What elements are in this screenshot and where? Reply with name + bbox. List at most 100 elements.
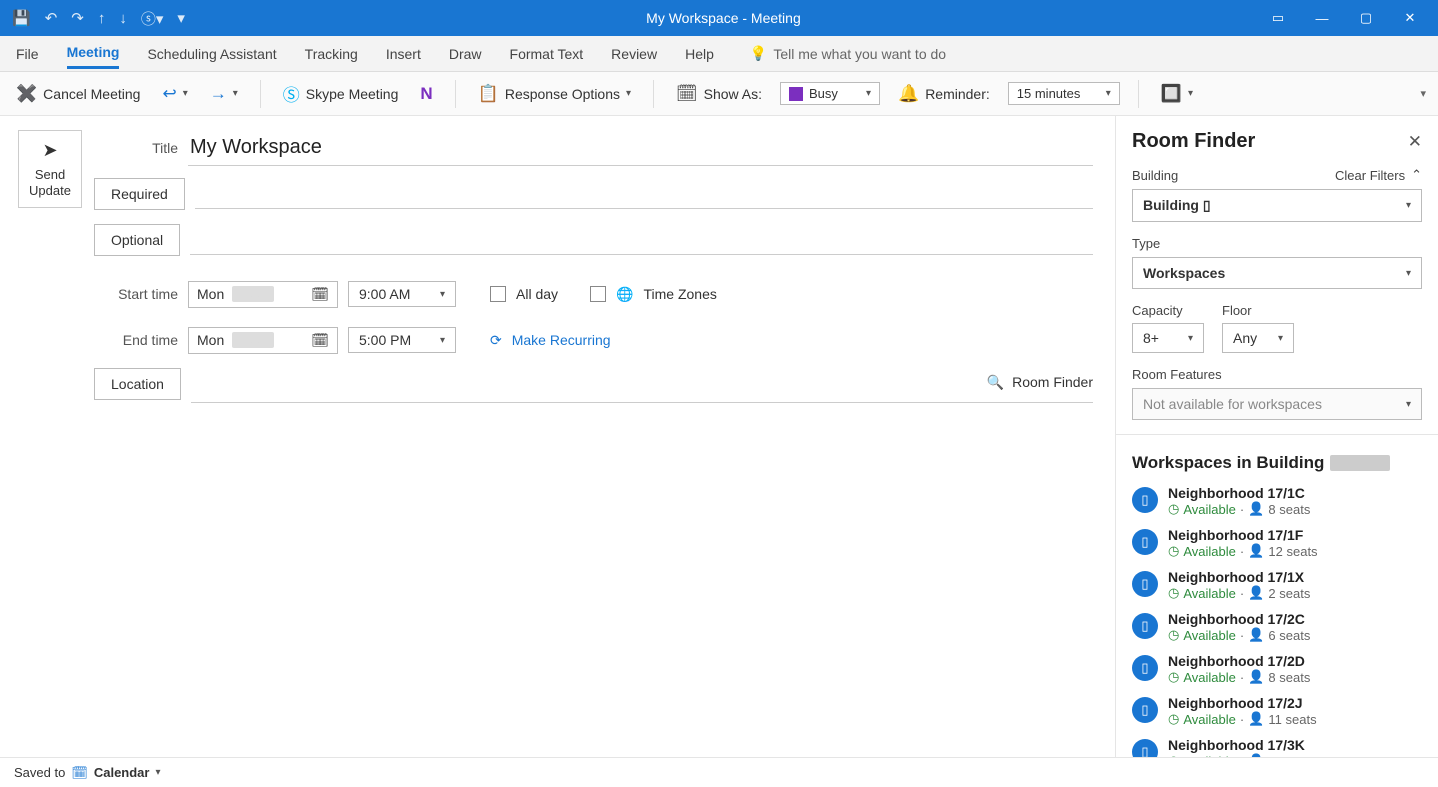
back-arrow-button[interactable]: ↩▾	[158, 80, 191, 108]
all-day-checkbox[interactable]	[490, 286, 506, 302]
workspace-name: Neighborhood 17/1F	[1168, 527, 1318, 543]
building-dropdown[interactable]: Building ▯ ▾	[1132, 189, 1422, 222]
recurring-icon: ⟳	[490, 332, 502, 349]
qat-customize-icon[interactable]: ▾	[173, 7, 189, 29]
skype-icon: Ⓢ	[283, 81, 300, 106]
meeting-form: ➤ Send Update Title Required Optional St…	[0, 116, 1116, 757]
calendar-icon: 🗓	[71, 765, 88, 781]
tab-scheduling-assistant[interactable]: Scheduling Assistant	[147, 40, 276, 68]
floor-dropdown[interactable]: Any ▾	[1222, 323, 1294, 353]
title-input[interactable]	[188, 130, 1093, 166]
collapse-ribbon-icon[interactable]: ▾	[1420, 87, 1426, 100]
workspace-meta: ◷ Available · 👤 8 seats	[1168, 501, 1310, 517]
type-dropdown[interactable]: Workspaces ▾	[1132, 257, 1422, 289]
show-as-value: Busy	[809, 86, 838, 101]
minimize-icon[interactable]: —	[1302, 11, 1342, 26]
chevron-down-icon: ▾	[440, 289, 445, 300]
seats: 11 seats	[1268, 712, 1316, 727]
availability: Available	[1183, 586, 1236, 601]
divider	[1116, 434, 1438, 435]
seats: 12 seats	[1268, 544, 1317, 559]
location-input[interactable]	[191, 368, 987, 396]
tab-insert[interactable]: Insert	[386, 40, 421, 68]
seats: 5 seats	[1268, 754, 1310, 758]
workspace-name: Neighborhood 17/1C	[1168, 485, 1310, 501]
bell-icon: 🔔	[898, 84, 919, 104]
floor-value: Any	[1233, 330, 1257, 346]
start-date-picker[interactable]: Mon xx 🗓	[188, 281, 338, 308]
clock-icon: ◷	[1168, 669, 1179, 685]
seats: 2 seats	[1268, 586, 1310, 601]
save-icon[interactable]: 💾	[8, 7, 35, 29]
optional-button[interactable]: Optional	[94, 224, 180, 256]
chevron-down-icon[interactable]: ▾	[155, 767, 160, 778]
start-time-dropdown[interactable]: 9:00 AM ▾	[348, 281, 456, 307]
tab-file[interactable]: File	[16, 40, 39, 68]
workspace-item[interactable]: ▯ Neighborhood 17/1C ◷ Available · 👤 8 s…	[1132, 485, 1422, 517]
reminder-label: Reminder:	[925, 86, 990, 102]
required-input[interactable]	[195, 180, 1093, 209]
forward-arrow-button[interactable]: →▾	[206, 80, 242, 108]
timezones-label: Time Zones	[643, 286, 716, 302]
maximize-icon[interactable]: ▢	[1346, 10, 1386, 26]
workspace-item[interactable]: ▯ Neighborhood 17/2J ◷ Available · 👤 11 …	[1132, 695, 1422, 727]
calendar-name[interactable]: Calendar	[94, 765, 150, 780]
workspace-item[interactable]: ▯ Neighborhood 17/1X ◷ Available · 👤 2 s…	[1132, 569, 1422, 601]
cancel-meeting-button[interactable]: ✖️ Cancel Meeting	[12, 80, 144, 108]
response-options-button[interactable]: 📋 Response Options ▾	[474, 80, 635, 108]
chevron-down-icon: ▾	[1188, 333, 1193, 344]
onenote-icon: N	[420, 84, 432, 104]
workspace-icon: ▯	[1132, 739, 1158, 757]
make-recurring-link[interactable]: Make Recurring	[512, 332, 611, 348]
tab-help[interactable]: Help	[685, 40, 714, 68]
features-label: Room Features	[1132, 367, 1422, 382]
tab-review[interactable]: Review	[611, 40, 657, 68]
tab-draw[interactable]: Draw	[449, 40, 482, 68]
end-date-picker[interactable]: Mon xx 🗓	[188, 327, 338, 354]
reminder-dropdown[interactable]: 15 minutes ▾	[1008, 82, 1120, 105]
skype-meeting-button[interactable]: Ⓢ Skype Meeting	[279, 77, 403, 110]
end-time-dropdown[interactable]: 5:00 PM ▾	[348, 327, 456, 353]
onenote-button[interactable]: N	[416, 80, 436, 108]
workspace-item[interactable]: ▯ Neighborhood 17/1F ◷ Available · 👤 12 …	[1132, 527, 1422, 559]
link-icon[interactable]: ⓢ▾	[137, 6, 168, 31]
location-button[interactable]: Location	[94, 368, 181, 400]
categorize-button[interactable]: 🔲▾	[1157, 80, 1197, 108]
down-arrow-icon[interactable]: ↓	[115, 8, 131, 29]
workspace-item[interactable]: ▯ Neighborhood 17/3K ◷ Available · 👤 5 s…	[1132, 737, 1422, 757]
close-icon[interactable]: ✕	[1390, 10, 1430, 26]
redo-icon[interactable]: ↷	[67, 7, 88, 29]
tab-tracking[interactable]: Tracking	[305, 40, 358, 68]
lightbulb-icon: 💡	[750, 45, 767, 62]
required-button[interactable]: Required	[94, 178, 185, 210]
show-as-dropdown[interactable]: Busy ▾	[780, 82, 880, 105]
workspace-item[interactable]: ▯ Neighborhood 17/2D ◷ Available · 👤 8 s…	[1132, 653, 1422, 685]
window-title: My Workspace - Meeting	[189, 10, 1258, 26]
tab-meeting[interactable]: Meeting	[67, 38, 120, 69]
timezones-checkbox[interactable]	[590, 286, 606, 302]
undo-icon[interactable]: ↶	[41, 7, 62, 29]
tab-format-text[interactable]: Format Text	[510, 40, 584, 68]
calendar-icon: 🗓	[311, 332, 329, 349]
tell-me-search[interactable]: 💡 Tell me what you want to do	[750, 45, 946, 62]
optional-input[interactable]	[190, 226, 1093, 255]
close-panel-icon[interactable]: ✕	[1408, 132, 1422, 152]
capacity-dropdown[interactable]: 8+ ▾	[1132, 323, 1204, 353]
chevron-down-icon: ▾	[1106, 88, 1111, 99]
reminder-value: 15 minutes	[1017, 86, 1081, 101]
up-arrow-icon[interactable]: ↑	[94, 8, 110, 29]
separator	[455, 80, 456, 108]
chevron-down-icon: ▾	[1278, 333, 1283, 344]
quick-access-toolbar: 💾 ↶ ↷ ↑ ↓ ⓢ▾ ▾	[8, 6, 189, 31]
ribbon-display-icon[interactable]: ▭	[1258, 10, 1298, 26]
capacity-label: Capacity	[1132, 303, 1204, 318]
room-finder-button[interactable]: 🔍 Room Finder	[987, 374, 1093, 391]
reminder-group: 🔔 Reminder:	[894, 80, 994, 108]
send-update-button[interactable]: ➤ Send Update	[18, 130, 82, 208]
clear-filters-link[interactable]: Clear Filters ⌃	[1335, 167, 1422, 183]
send-label: Send Update	[19, 167, 81, 198]
workspace-item[interactable]: ▯ Neighborhood 17/2C ◷ Available · 👤 6 s…	[1132, 611, 1422, 643]
workspace-meta: ◷ Available · 👤 6 seats	[1168, 627, 1310, 643]
person-icon: 👤	[1248, 753, 1264, 757]
workspace-name: Neighborhood 17/3K	[1168, 737, 1310, 753]
